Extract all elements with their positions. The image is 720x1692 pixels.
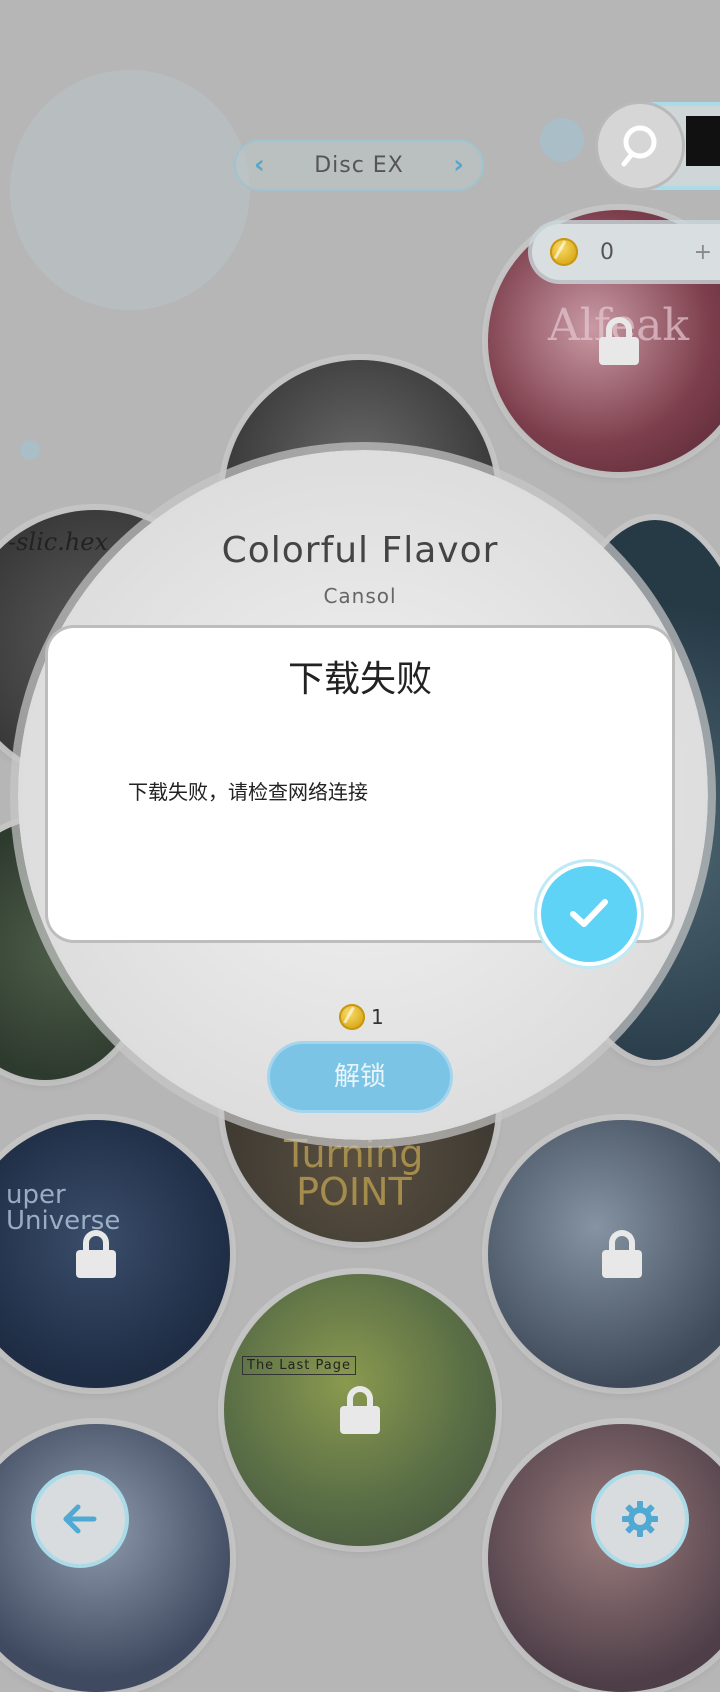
dialog-title: 下载失败 xyxy=(287,659,432,700)
search-button[interactable] xyxy=(598,104,682,188)
background-blob xyxy=(20,440,40,460)
dialog-message: 下载失败，请检查网络连接 xyxy=(128,780,368,804)
confirm-button[interactable] xyxy=(541,866,637,962)
disc-restraint[interactable] xyxy=(488,1120,720,1388)
add-coins-button[interactable]: + xyxy=(694,240,712,265)
disc-super-universe[interactable]: uper Universe xyxy=(0,1120,230,1388)
background-blob xyxy=(540,118,584,162)
chevron-left-icon[interactable]: ‹ xyxy=(254,150,265,180)
lock-icon xyxy=(76,1230,116,1278)
coin-icon xyxy=(339,1004,365,1030)
chevron-right-icon[interactable]: › xyxy=(453,150,464,180)
background-blob xyxy=(10,70,250,310)
coin-balance: 0 + xyxy=(532,224,720,280)
disc-name: Disc EX xyxy=(314,152,404,178)
arrow-left-icon xyxy=(63,1504,97,1534)
settings-button[interactable] xyxy=(595,1474,685,1564)
search-icon xyxy=(621,125,657,167)
unlock-button[interactable]: 解锁 xyxy=(270,1044,450,1110)
coin-icon xyxy=(550,238,578,266)
song-title: Colorful Flavor xyxy=(221,530,499,571)
lock-icon xyxy=(599,317,639,365)
price-value: 1 xyxy=(371,1005,384,1029)
disc-selector: ‹ Disc EX › xyxy=(234,139,484,191)
checkmark-icon xyxy=(570,899,608,927)
disc-bottom-left[interactable] xyxy=(0,1424,230,1692)
back-button[interactable] xyxy=(35,1474,125,1564)
gear-icon xyxy=(622,1501,658,1537)
song-artist: Cansol xyxy=(323,584,397,608)
lock-icon xyxy=(340,1386,380,1434)
lock-icon xyxy=(602,1230,642,1278)
disc-bottom-right[interactable] xyxy=(488,1424,720,1692)
coin-count: 0 xyxy=(600,239,614,265)
unlock-price: 1 xyxy=(339,1004,384,1030)
disc-the-last-page[interactable]: The Last Page xyxy=(224,1274,496,1546)
